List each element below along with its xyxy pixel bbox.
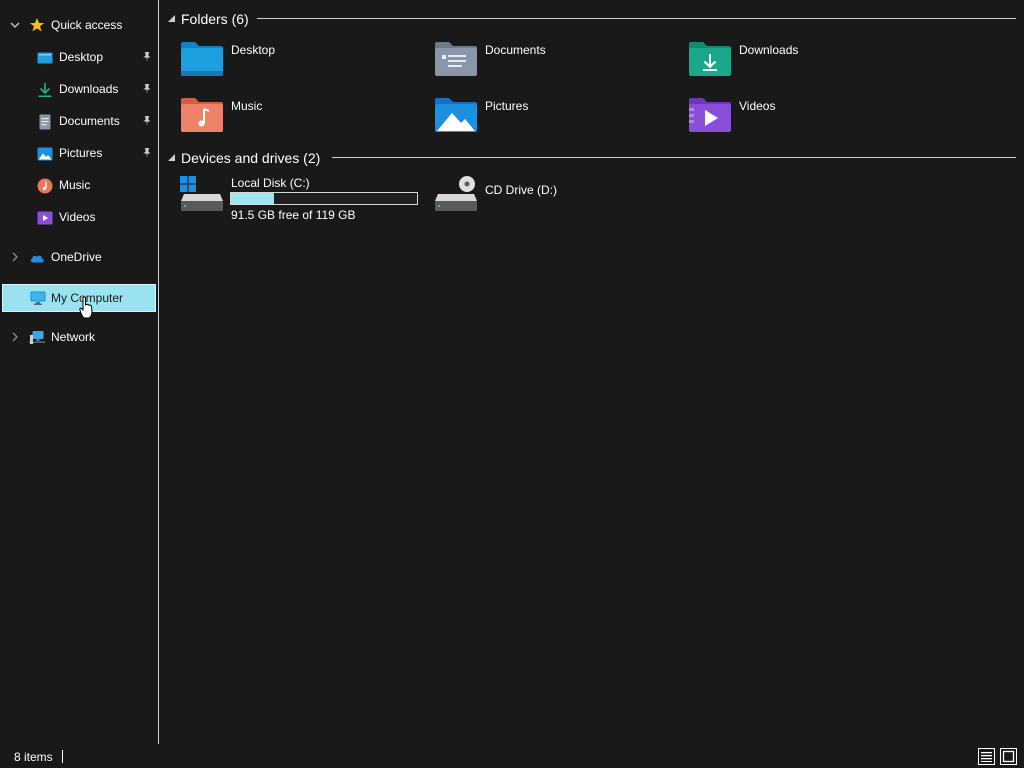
downloads-folder-icon [689,42,731,76]
pin-icon[interactable] [141,115,153,127]
nav-onedrive[interactable]: OneDrive [0,243,158,271]
folder-label: Music [231,99,263,113]
desktop-folder-icon [181,42,223,76]
nav-quick-access[interactable]: Quick access [0,11,158,39]
content-pane: Folders (6) Desktop Documents Downloads … [160,0,1024,744]
chevron-right-icon[interactable] [9,331,21,343]
nav-item-label: Pictures [59,146,103,160]
local-disk-icon [180,176,223,211]
folder-tile-documents[interactable]: Documents [414,40,654,88]
collapse-triangle-icon[interactable] [168,15,176,23]
folder-label: Pictures [485,99,529,113]
documents-folder-icon [435,42,477,76]
collapse-triangle-icon[interactable] [168,154,176,162]
group-divider-line [332,157,1016,158]
hand-cursor-icon [79,296,93,319]
nav-network[interactable]: Network [0,323,158,351]
nav-item-label: Music [59,178,91,192]
pane-divider[interactable] [158,0,159,744]
folder-tile-downloads[interactable]: Downloads [668,40,908,88]
cloud-icon [30,255,44,263]
folder-label: Downloads [739,43,799,57]
download-arrow-icon [38,83,52,97]
nav-onedrive-label: OneDrive [51,250,102,264]
nav-item-label: Downloads [59,82,119,96]
star-icon [29,18,45,32]
folder-tile-pictures[interactable]: Pictures [414,96,654,144]
nav-item-label: Desktop [59,50,104,64]
nav-item-videos[interactable]: Videos [0,203,158,231]
chevron-right-icon[interactable] [9,251,21,263]
video-icon [37,211,53,225]
desktop-folder-icon [37,52,53,64]
nav-quick-access-label: Quick access [51,18,123,32]
status-bar: 8 items [0,744,1024,768]
group-header-folders[interactable]: Folders (6) [160,8,1020,30]
disk-usage-bar [230,192,418,205]
details-view-button[interactable] [978,748,995,765]
nav-item-documents[interactable]: Documents [0,107,158,135]
music-note-icon [37,178,53,194]
picture-icon [37,147,53,161]
cd-drive-icon [435,176,477,211]
nav-network-label: Network [51,330,96,344]
nav-item-music[interactable]: Music [0,171,158,199]
drive-tile-local-disk[interactable]: Local Disk (C:) 91.5 GB free of 119 GB [160,176,430,226]
group-title: Folders (6) [181,11,249,27]
videos-folder-icon [689,98,731,132]
status-separator [62,750,63,763]
item-count: 8 items [14,750,53,764]
monitor-icon [30,291,46,305]
pin-icon[interactable] [141,147,153,159]
navigation-pane: Quick access Desktop Downloads Documents… [0,0,158,744]
disk-usage-fill [231,193,274,204]
folder-label: Desktop [231,43,276,57]
group-divider-line [257,18,1016,19]
folder-tile-videos[interactable]: Videos [668,96,908,144]
pin-icon[interactable] [141,83,153,95]
drive-label: Local Disk (C:) [231,176,310,190]
nav-item-desktop[interactable]: Desktop [0,43,158,71]
nav-item-pictures[interactable]: Pictures [0,139,158,167]
nav-item-downloads[interactable]: Downloads [0,75,158,103]
large-icons-view-icon [1002,750,1015,763]
large-icons-view-button[interactable] [1000,748,1017,765]
nav-item-label: Videos [59,210,96,224]
network-icon [29,331,45,344]
group-title: Devices and drives (2) [181,150,321,166]
chevron-down-icon[interactable] [9,19,21,31]
pictures-folder-icon [435,98,477,132]
folder-tile-desktop[interactable]: Desktop [160,40,400,88]
group-header-drives[interactable]: Devices and drives (2) [160,147,1020,169]
folder-label: Videos [739,99,776,113]
pin-icon[interactable] [141,51,153,63]
document-icon [39,114,51,130]
drive-label: CD Drive (D:) [485,183,557,197]
drive-tile-cd-drive[interactable]: CD Drive (D:) [414,176,664,226]
drive-free-space: 91.5 GB free of 119 GB [231,208,356,222]
folder-tile-music[interactable]: Music [160,96,400,144]
details-view-icon [981,752,992,762]
nav-item-label: Documents [59,114,120,128]
music-folder-icon [181,98,223,132]
folder-label: Documents [485,43,546,57]
